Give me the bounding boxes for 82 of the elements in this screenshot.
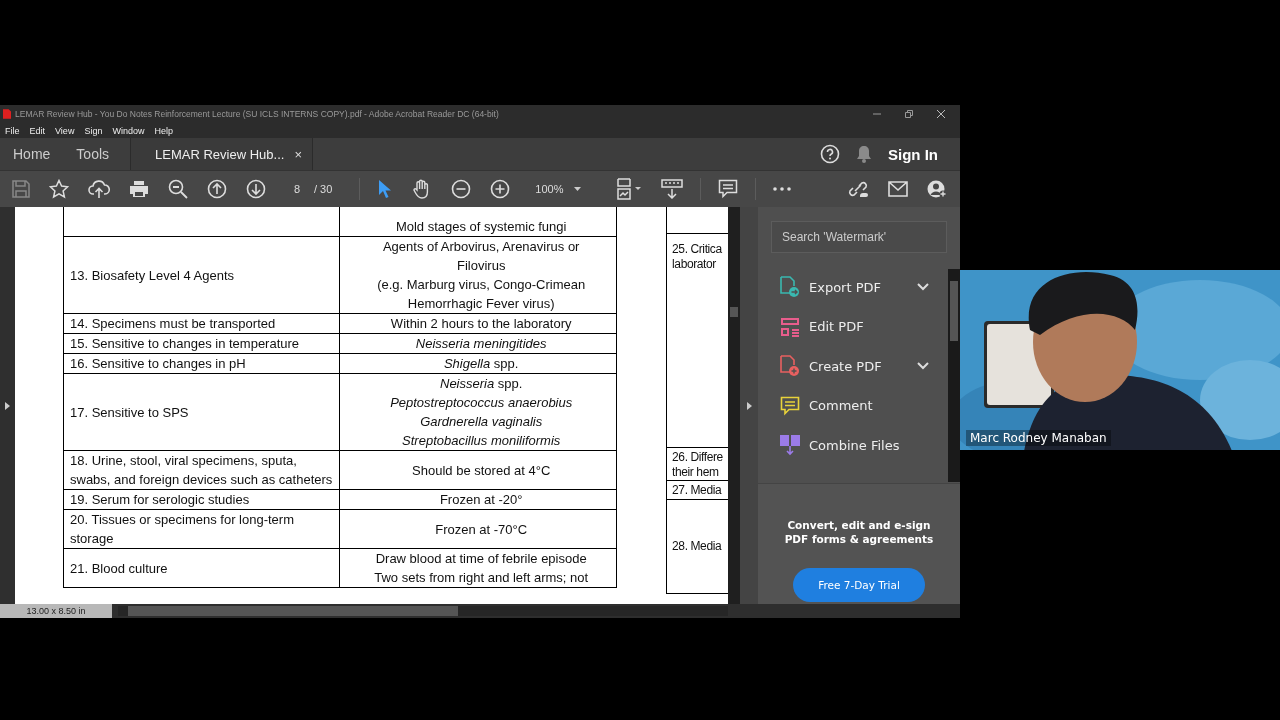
tab[interactable]: Tools bbox=[63, 138, 123, 170]
minus-circle-icon[interactable] bbox=[451, 179, 472, 199]
window-title: LEMAR Review Hub - You Do Notes Reinforcement Lecture (SU ICLS INTERNS COPY).pdf - Adobe Acrobat Reader DC (64-bit) bbox=[15, 109, 499, 119]
table-cell: 28. Media bbox=[672, 539, 722, 554]
pdf-file-icon bbox=[3, 109, 11, 119]
table-cell: 20. Tissues or specimens for long-term storage bbox=[70, 512, 294, 546]
table-cell: 27. Media bbox=[672, 482, 722, 498]
cell-text: Gardnerella vaginalis bbox=[420, 413, 543, 431]
table-cell: 15. Sensitive to changes in temperature bbox=[70, 336, 300, 351]
mail-icon[interactable] bbox=[888, 181, 908, 197]
chevron-down-icon[interactable] bbox=[917, 283, 929, 291]
zoom-dropdown[interactable]: 100% bbox=[529, 183, 587, 195]
cell-text: Draw blood at time of febrile episode bbox=[375, 550, 587, 568]
cell-text: Streptobacillus moniliformis bbox=[402, 432, 561, 450]
chevron-down-icon[interactable] bbox=[917, 362, 929, 370]
more-icon[interactable] bbox=[772, 187, 791, 191]
menu-item[interactable]: File bbox=[5, 125, 20, 136]
page-number-field[interactable]: 8 bbox=[285, 180, 309, 198]
close-icon[interactable] bbox=[936, 109, 946, 119]
cell-text: Peptostreptococcus anaerobius bbox=[390, 394, 573, 412]
search-field[interactable]: Search 'Watermark' bbox=[771, 221, 947, 253]
link-icon[interactable] bbox=[847, 179, 869, 199]
page-fit-icon[interactable] bbox=[615, 178, 642, 200]
print-icon[interactable] bbox=[129, 180, 149, 198]
cell-text: Mold stages of systemic fungi bbox=[395, 218, 567, 236]
cell-text: Within 2 hours to the laboratory bbox=[390, 315, 572, 333]
table-cell: 21. Blood culture bbox=[70, 560, 168, 576]
page-size-label: 13.00 x 8.50 in bbox=[0, 604, 112, 618]
tab[interactable]: LEMAR Review Hub... × bbox=[130, 138, 313, 170]
cell-text: Agents of Arbovirus, Arenavirus or bbox=[382, 238, 580, 256]
trial-button[interactable]: Free 7-Day Trial bbox=[793, 568, 925, 602]
cell-text: Neisseria spp. bbox=[440, 375, 523, 393]
cell-text: Frozen at -20° bbox=[439, 491, 523, 509]
table-cell: 18. Urine, stool, viral specimens, sputa, swabs, and foreign devices such as catheters bbox=[70, 453, 333, 487]
cell-text: Hemorrhagic Fever virus) bbox=[407, 295, 555, 313]
cell-text: Shigella spp. bbox=[443, 355, 519, 373]
pointer-icon[interactable] bbox=[377, 179, 394, 199]
cell-text: Frozen at -70°C bbox=[435, 520, 528, 539]
menu-item[interactable]: Edit bbox=[29, 125, 46, 136]
cell-text: Filovirus bbox=[457, 257, 506, 275]
table-cell: 14. Specimens must be transported bbox=[70, 316, 276, 331]
star-icon[interactable] bbox=[49, 179, 69, 199]
scroll-mode-icon[interactable] bbox=[660, 179, 683, 199]
zoom-out-icon[interactable] bbox=[168, 179, 188, 199]
tool-item[interactable]: Edit PDF bbox=[779, 316, 929, 337]
scrollbar[interactable] bbox=[948, 269, 960, 482]
tool-item[interactable]: Create PDF bbox=[779, 356, 929, 376]
sign-in-button[interactable]: Sign In bbox=[888, 145, 938, 163]
help-icon[interactable] bbox=[820, 144, 840, 164]
table-cell: 19. Serum for serologic studies bbox=[70, 492, 250, 507]
collapse-arrow-icon[interactable] bbox=[746, 401, 752, 410]
table-cell: 16. Sensitive to changes in pH bbox=[70, 356, 246, 371]
promo-text: Convert, edit and e-sign PDF forms & agreements bbox=[783, 518, 935, 546]
table-cell: 17. Sensitive to SPS bbox=[70, 404, 189, 420]
page-count: / 30 bbox=[314, 183, 333, 195]
cell-text: Two sets from right and left arms; not bbox=[374, 569, 589, 587]
comment-icon[interactable] bbox=[717, 179, 738, 199]
scrollbar[interactable] bbox=[118, 606, 728, 616]
bell-icon[interactable] bbox=[856, 145, 872, 163]
tool-item[interactable]: Combine Files bbox=[779, 435, 929, 455]
cell-text: Should be stored at 4°C bbox=[412, 461, 551, 480]
expand-arrow-icon[interactable] bbox=[5, 401, 10, 410]
table-cell: 13. Biosafety Level 4 Agents bbox=[70, 267, 235, 283]
cloud-upload-icon[interactable] bbox=[88, 179, 110, 199]
cell-text: Neisseria meningitides bbox=[415, 335, 547, 353]
tab[interactable]: Home bbox=[0, 138, 64, 170]
table-cell: 26. Differe their hem bbox=[672, 450, 723, 480]
table-cell: 25. Critica laborator bbox=[672, 242, 722, 272]
menu-item[interactable]: Help bbox=[154, 125, 173, 136]
scrollbar[interactable] bbox=[728, 207, 740, 604]
tool-item[interactable]: Export PDF bbox=[779, 277, 929, 297]
participant-name: Marc Rodney Manaban bbox=[966, 430, 1111, 446]
restore-icon[interactable] bbox=[904, 109, 914, 119]
cell-text: (e.g. Marburg virus, Congo-Crimean bbox=[377, 276, 586, 294]
save-icon[interactable] bbox=[12, 180, 30, 198]
menu-item[interactable]: Sign bbox=[84, 125, 103, 136]
caret-icon[interactable] bbox=[573, 187, 581, 191]
menu-item[interactable]: Window bbox=[112, 125, 145, 136]
menu-item[interactable]: View bbox=[55, 125, 75, 136]
tool-item[interactable]: Comment bbox=[779, 395, 929, 416]
add-user-icon[interactable] bbox=[927, 179, 947, 199]
plus-circle-icon[interactable] bbox=[490, 179, 511, 199]
